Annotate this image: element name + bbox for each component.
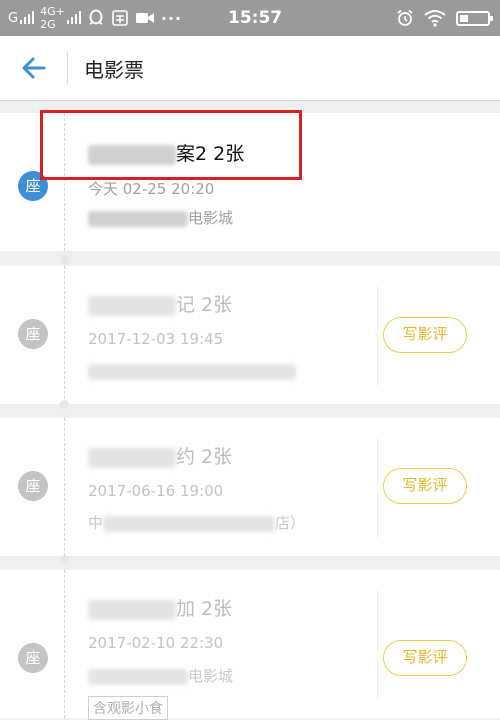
blurred-text: [88, 210, 188, 227]
cinema-name-suffix: 电影城: [188, 209, 234, 227]
card-divider: [377, 438, 378, 538]
showtime: 2017-12-03 19:45: [88, 330, 224, 348]
cinema-name: 电影城: [88, 665, 233, 686]
status-right: [396, 0, 493, 36]
more-notifications-icon: ···: [160, 8, 183, 28]
card-divider: [377, 590, 378, 700]
blurred-text: [88, 599, 176, 620]
back-arrow-icon[interactable]: [20, 54, 48, 82]
movie-title: 加 2张: [88, 594, 232, 621]
cinema-name-suffix: 店）: [275, 514, 306, 532]
sim2-signal: 4G+ 2G: [40, 5, 81, 31]
status-left: G 4G+ 2G ···: [8, 0, 182, 36]
seat-badge: 座: [18, 319, 48, 349]
card-divider: [377, 286, 378, 386]
blurred-text: [103, 515, 276, 532]
sim1-label: G: [8, 10, 19, 26]
timeline-line: [64, 570, 65, 718]
wifi-icon: [424, 10, 446, 27]
header-divider: [67, 52, 68, 84]
movie-title-suffix: 约 2张: [176, 446, 233, 468]
battery-icon: [456, 10, 493, 26]
timeline-dot: [60, 255, 69, 264]
showtime: 今天 02-25 20:20: [88, 180, 215, 198]
cinema-name: [88, 362, 296, 380]
blurred-text: [88, 668, 188, 685]
blurred-text: [88, 295, 176, 316]
ticket-card-4[interactable]: 座 加 2张 2017-02-10 22:30 电影城 含观影小食 写影评: [0, 570, 500, 720]
showtime: 2017-06-16 19:00: [88, 482, 224, 500]
seat-badge: 座: [18, 643, 48, 673]
qq-icon: [89, 9, 103, 25]
status-bar: G 4G+ 2G ··· 15:57: [0, 0, 500, 36]
sim2-label-bottom: 2G: [40, 18, 56, 31]
alarm-icon: [397, 9, 413, 26]
seat-badge: 座: [18, 471, 48, 501]
write-review-button[interactable]: 写影评: [383, 468, 467, 504]
page-title: 电影票: [84, 58, 144, 82]
timeline-line: [64, 266, 65, 404]
ticket-card-2[interactable]: 座 记 2张 2017-12-03 19:45 写影评: [0, 266, 500, 404]
movie-title: 约 2张: [88, 442, 232, 469]
showtime: 2017-02-10 22:30: [88, 634, 224, 652]
sim1-signal: G: [8, 10, 35, 26]
timeline-line: [64, 418, 65, 556]
video-icon: [135, 13, 154, 23]
signal-icon: [66, 11, 81, 25]
timeline-dot: [60, 400, 69, 409]
cinema-name-suffix: 电影城: [188, 667, 234, 685]
write-review-button[interactable]: 写影评: [383, 317, 467, 353]
movie-title-suffix: 加 2张: [176, 598, 233, 620]
signal-icon: [20, 11, 35, 25]
movie-title: 记 2张: [88, 290, 232, 317]
write-review-button[interactable]: 写影评: [383, 640, 467, 676]
timeline-dot: [60, 555, 69, 564]
clock: 15:57: [228, 8, 283, 28]
app-header: 电影票: [0, 36, 500, 101]
cinema-name: 中 店）: [88, 512, 305, 533]
cinema-name: 电影城: [88, 207, 233, 228]
ticket-card-3[interactable]: 座 约 2张 2017-06-16 19:00 中 店） 写影评: [0, 418, 500, 556]
sim2-label-top: 4G+: [40, 5, 65, 18]
blurred-text: [88, 363, 296, 380]
cinema-name-prefix: 中: [88, 514, 104, 532]
snack-included-tag: 含观影小食: [88, 696, 168, 720]
blurred-text: [88, 447, 176, 468]
highlight-box: [40, 110, 302, 180]
notification-app-icon: [112, 10, 128, 26]
movie-title-suffix: 记 2张: [176, 294, 233, 316]
